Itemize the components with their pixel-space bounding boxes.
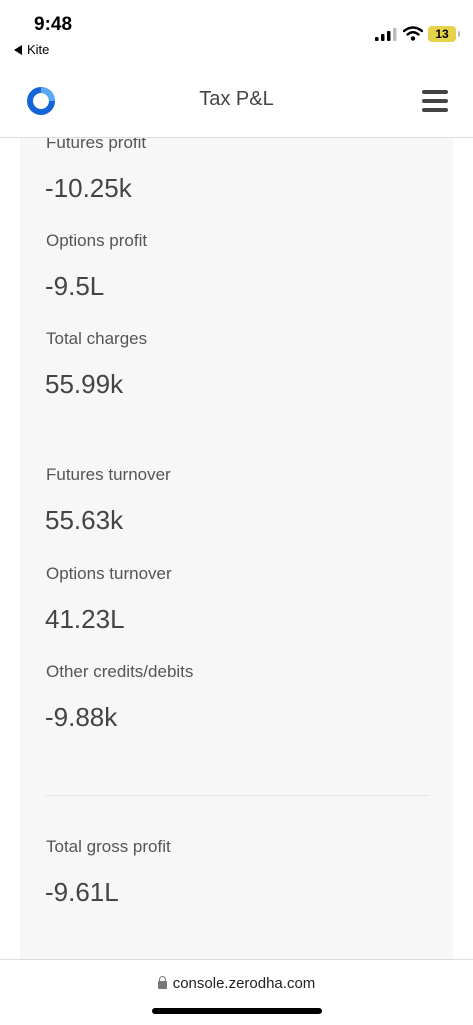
pnl-summary-card: Futures profit -10.25k Options profit -9… [20, 138, 453, 959]
battery-level: 13 [435, 27, 449, 41]
browser-url-bar[interactable]: console.zerodha.com [0, 959, 473, 1025]
futures-profit-value: -10.25k [45, 173, 132, 203]
page-title: Tax P&L [199, 88, 274, 110]
total-gross-profit-value: -9.61L [45, 877, 119, 907]
wifi-icon [403, 26, 423, 41]
options-profit-value: -9.5L [45, 271, 105, 301]
url-display[interactable]: console.zerodha.com [0, 975, 473, 992]
other-credits-debits-value: -9.88k [45, 702, 118, 732]
back-link-label: Kite [27, 42, 50, 57]
options-turnover-label: Options turnover [46, 564, 172, 583]
lock-icon [157, 976, 167, 989]
cellular-signal-icon [375, 28, 397, 41]
options-profit-label: Options profit [46, 231, 148, 250]
app-header: Tax P&L [0, 64, 473, 138]
battery-icon: 13 [428, 26, 456, 42]
url-domain: console.zerodha.com [172, 975, 316, 992]
section-divider [45, 795, 428, 796]
futures-turnover-label: Futures turnover [46, 465, 171, 484]
back-to-kite-link[interactable]: Kite [14, 42, 49, 57]
status-time: 9:48 [34, 14, 73, 35]
home-indicator[interactable] [152, 1008, 322, 1014]
battery-cap [458, 31, 460, 37]
status-bar: 9:48 Kite 13 [0, 0, 473, 64]
futures-turnover-value: 55.63k [45, 505, 124, 535]
other-credits-debits-label: Other credits/debits [46, 662, 194, 681]
options-turnover-value: 41.23L [45, 604, 125, 634]
content-area[interactable]: Futures profit -10.25k Options profit -9… [0, 138, 473, 959]
futures-profit-label: Futures profit [46, 138, 147, 152]
back-arrow-icon [14, 45, 22, 55]
total-charges-value: 55.99k [45, 369, 124, 399]
hamburger-menu-icon[interactable] [422, 90, 448, 112]
total-gross-profit-label: Total gross profit [46, 837, 171, 856]
total-charges-label: Total charges [46, 329, 148, 348]
